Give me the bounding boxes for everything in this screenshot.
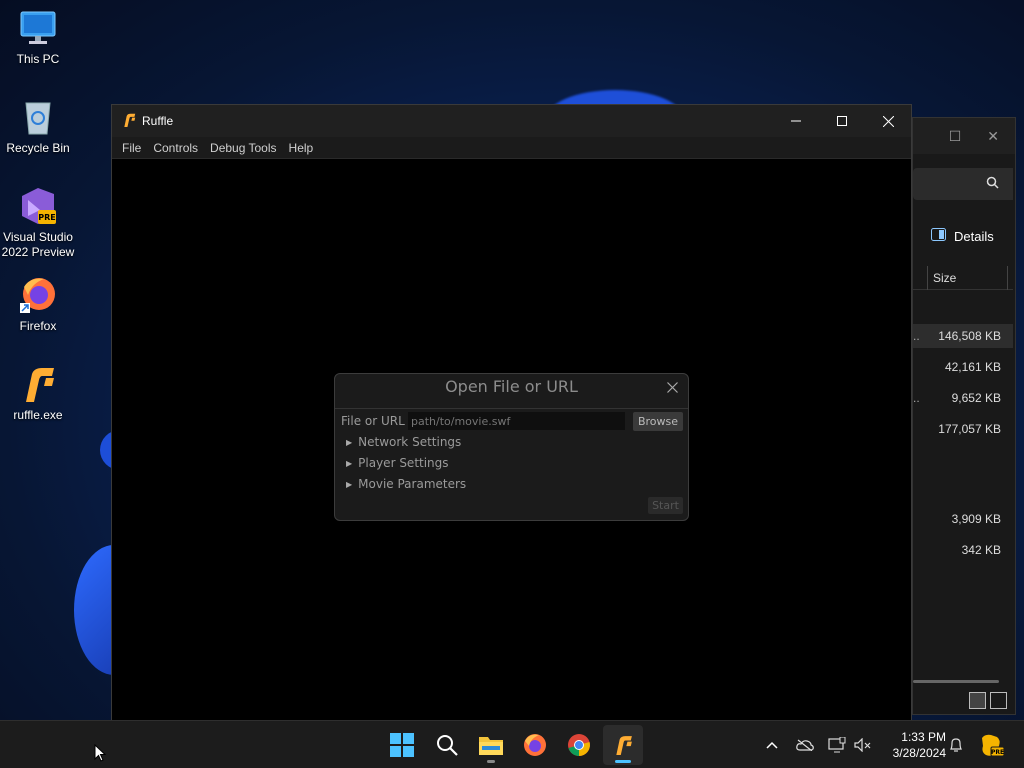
network-icon <box>828 737 846 753</box>
expand-triangle-icon: ▶ <box>346 437 353 447</box>
column-divider <box>927 266 928 290</box>
maximize-icon[interactable]: ☐ <box>949 128 962 145</box>
recycle-bin-icon <box>18 97 58 137</box>
column-header-size[interactable]: Size <box>913 266 1013 290</box>
movie-parameters-toggle[interactable]: ▶ Movie Parameters <box>346 477 466 491</box>
menu-help[interactable]: Help <box>289 141 314 155</box>
table-row[interactable]: 177,057 KB <box>913 417 1013 441</box>
file-explorer-window[interactable]: ☐ ✕ Details Size .. 146,508 KB 42,161 KB … <box>912 117 1016 715</box>
visual-studio-icon: PRE <box>18 186 58 226</box>
firefox-icon <box>18 275 58 315</box>
divider <box>335 408 688 409</box>
clock-date: 3/28/2024 <box>892 746 946 760</box>
taskbar-ruffle[interactable] <box>603 725 643 765</box>
menu-bar: File Controls Debug Tools Help <box>112 137 911 159</box>
file-or-url-label: File or URL <box>341 414 405 428</box>
player-settings-toggle[interactable]: ▶ Player Settings <box>346 456 449 470</box>
table-row[interactable]: 342 KB <box>913 538 1013 562</box>
windows-logo-icon <box>390 733 414 757</box>
search-icon <box>437 735 458 756</box>
expand-triangle-icon: ▶ <box>346 458 353 468</box>
network-tray-icon[interactable] <box>826 721 848 768</box>
dialog-close-button[interactable] <box>667 382 678 396</box>
taskbar-file-explorer[interactable] <box>471 725 511 765</box>
chevron-up-icon <box>766 741 778 749</box>
details-view-button[interactable] <box>969 692 986 709</box>
ruffle-icon <box>616 736 632 755</box>
explorer-titlebar: ☐ ✕ <box>913 118 1015 154</box>
desktop-icon-firefox[interactable]: Firefox <box>0 275 76 334</box>
table-row[interactable]: .. 146,508 KB <box>913 324 1013 348</box>
table-row[interactable]: 42,161 KB <box>913 355 1013 379</box>
maximize-button[interactable] <box>819 105 865 137</box>
close-icon[interactable]: ✕ <box>987 128 999 145</box>
running-indicator <box>487 760 495 763</box>
monitor-icon <box>18 8 58 48</box>
volume-muted-icon <box>854 738 871 752</box>
copilot-icon: PRE <box>982 734 1005 757</box>
close-button[interactable] <box>865 105 911 137</box>
cloud-off-icon <box>796 739 814 751</box>
start-button[interactable]: Start <box>648 497 683 514</box>
notifications-button[interactable] <box>946 721 966 768</box>
browse-button[interactable]: Browse <box>633 412 683 431</box>
menu-controls[interactable]: Controls <box>153 141 198 155</box>
ruffle-icon <box>18 364 58 404</box>
explorer-search-box[interactable] <box>913 168 1013 200</box>
taskbar-search-button[interactable] <box>427 725 467 765</box>
folder-icon <box>479 737 503 755</box>
view-toggle <box>969 692 1007 709</box>
volume-tray-icon[interactable] <box>852 721 874 768</box>
desktop-icon-this-pc[interactable]: This PC <box>0 8 76 67</box>
network-settings-toggle[interactable]: ▶ Network Settings <box>346 435 461 449</box>
details-pane-icon <box>931 228 946 244</box>
details-pane-button[interactable]: Details <box>931 228 994 244</box>
active-indicator <box>615 760 631 763</box>
menu-file[interactable]: File <box>122 141 141 155</box>
bell-icon <box>950 738 962 752</box>
ruffle-icon <box>122 112 136 131</box>
expand-triangle-icon: ▶ <box>346 479 353 489</box>
desktop-icon-visual-studio[interactable]: PRE Visual Studio 2022 Preview <box>0 186 76 260</box>
taskbar-chrome[interactable] <box>559 725 599 765</box>
minimize-button[interactable] <box>773 105 819 137</box>
window-title: Ruffle <box>142 114 174 128</box>
mouse-cursor-icon <box>94 743 107 765</box>
desktop-icon-ruffle-exe[interactable]: ruffle.exe <box>0 364 76 423</box>
onedrive-tray-icon[interactable] <box>794 721 816 768</box>
dialog-title: Open File or URL <box>445 377 578 396</box>
taskbar-firefox[interactable] <box>515 725 555 765</box>
clock-time: 1:33 PM <box>901 730 946 744</box>
open-file-dialog: Open File or URL File or URL Browse ▶ Ne… <box>334 373 689 521</box>
column-divider <box>1007 266 1008 290</box>
chrome-icon <box>568 734 590 756</box>
svg-text:PRE: PRE <box>38 213 56 222</box>
horizontal-scrollbar[interactable] <box>913 680 999 683</box>
svg-text:PRE: PRE <box>991 749 1004 756</box>
show-hidden-icons-button[interactable] <box>762 721 782 768</box>
clock[interactable]: 1:33 PM 3/28/2024 <box>880 729 946 761</box>
search-icon <box>986 176 999 192</box>
taskbar: 1:33 PM 3/28/2024 PRE <box>0 720 1024 768</box>
firefox-icon <box>524 734 546 756</box>
start-button[interactable] <box>382 725 422 765</box>
table-row[interactable]: .. 9,652 KB <box>913 386 1013 410</box>
desktop-icon-recycle-bin[interactable]: Recycle Bin <box>0 97 76 156</box>
ruffle-titlebar[interactable]: Ruffle <box>112 105 911 137</box>
tiles-view-button[interactable] <box>990 692 1007 709</box>
copilot-preview-button[interactable]: PRE <box>978 721 1006 768</box>
table-row[interactable]: 3,909 KB <box>913 507 1013 531</box>
file-or-url-input[interactable] <box>408 412 625 430</box>
menu-debug-tools[interactable]: Debug Tools <box>210 141 277 155</box>
